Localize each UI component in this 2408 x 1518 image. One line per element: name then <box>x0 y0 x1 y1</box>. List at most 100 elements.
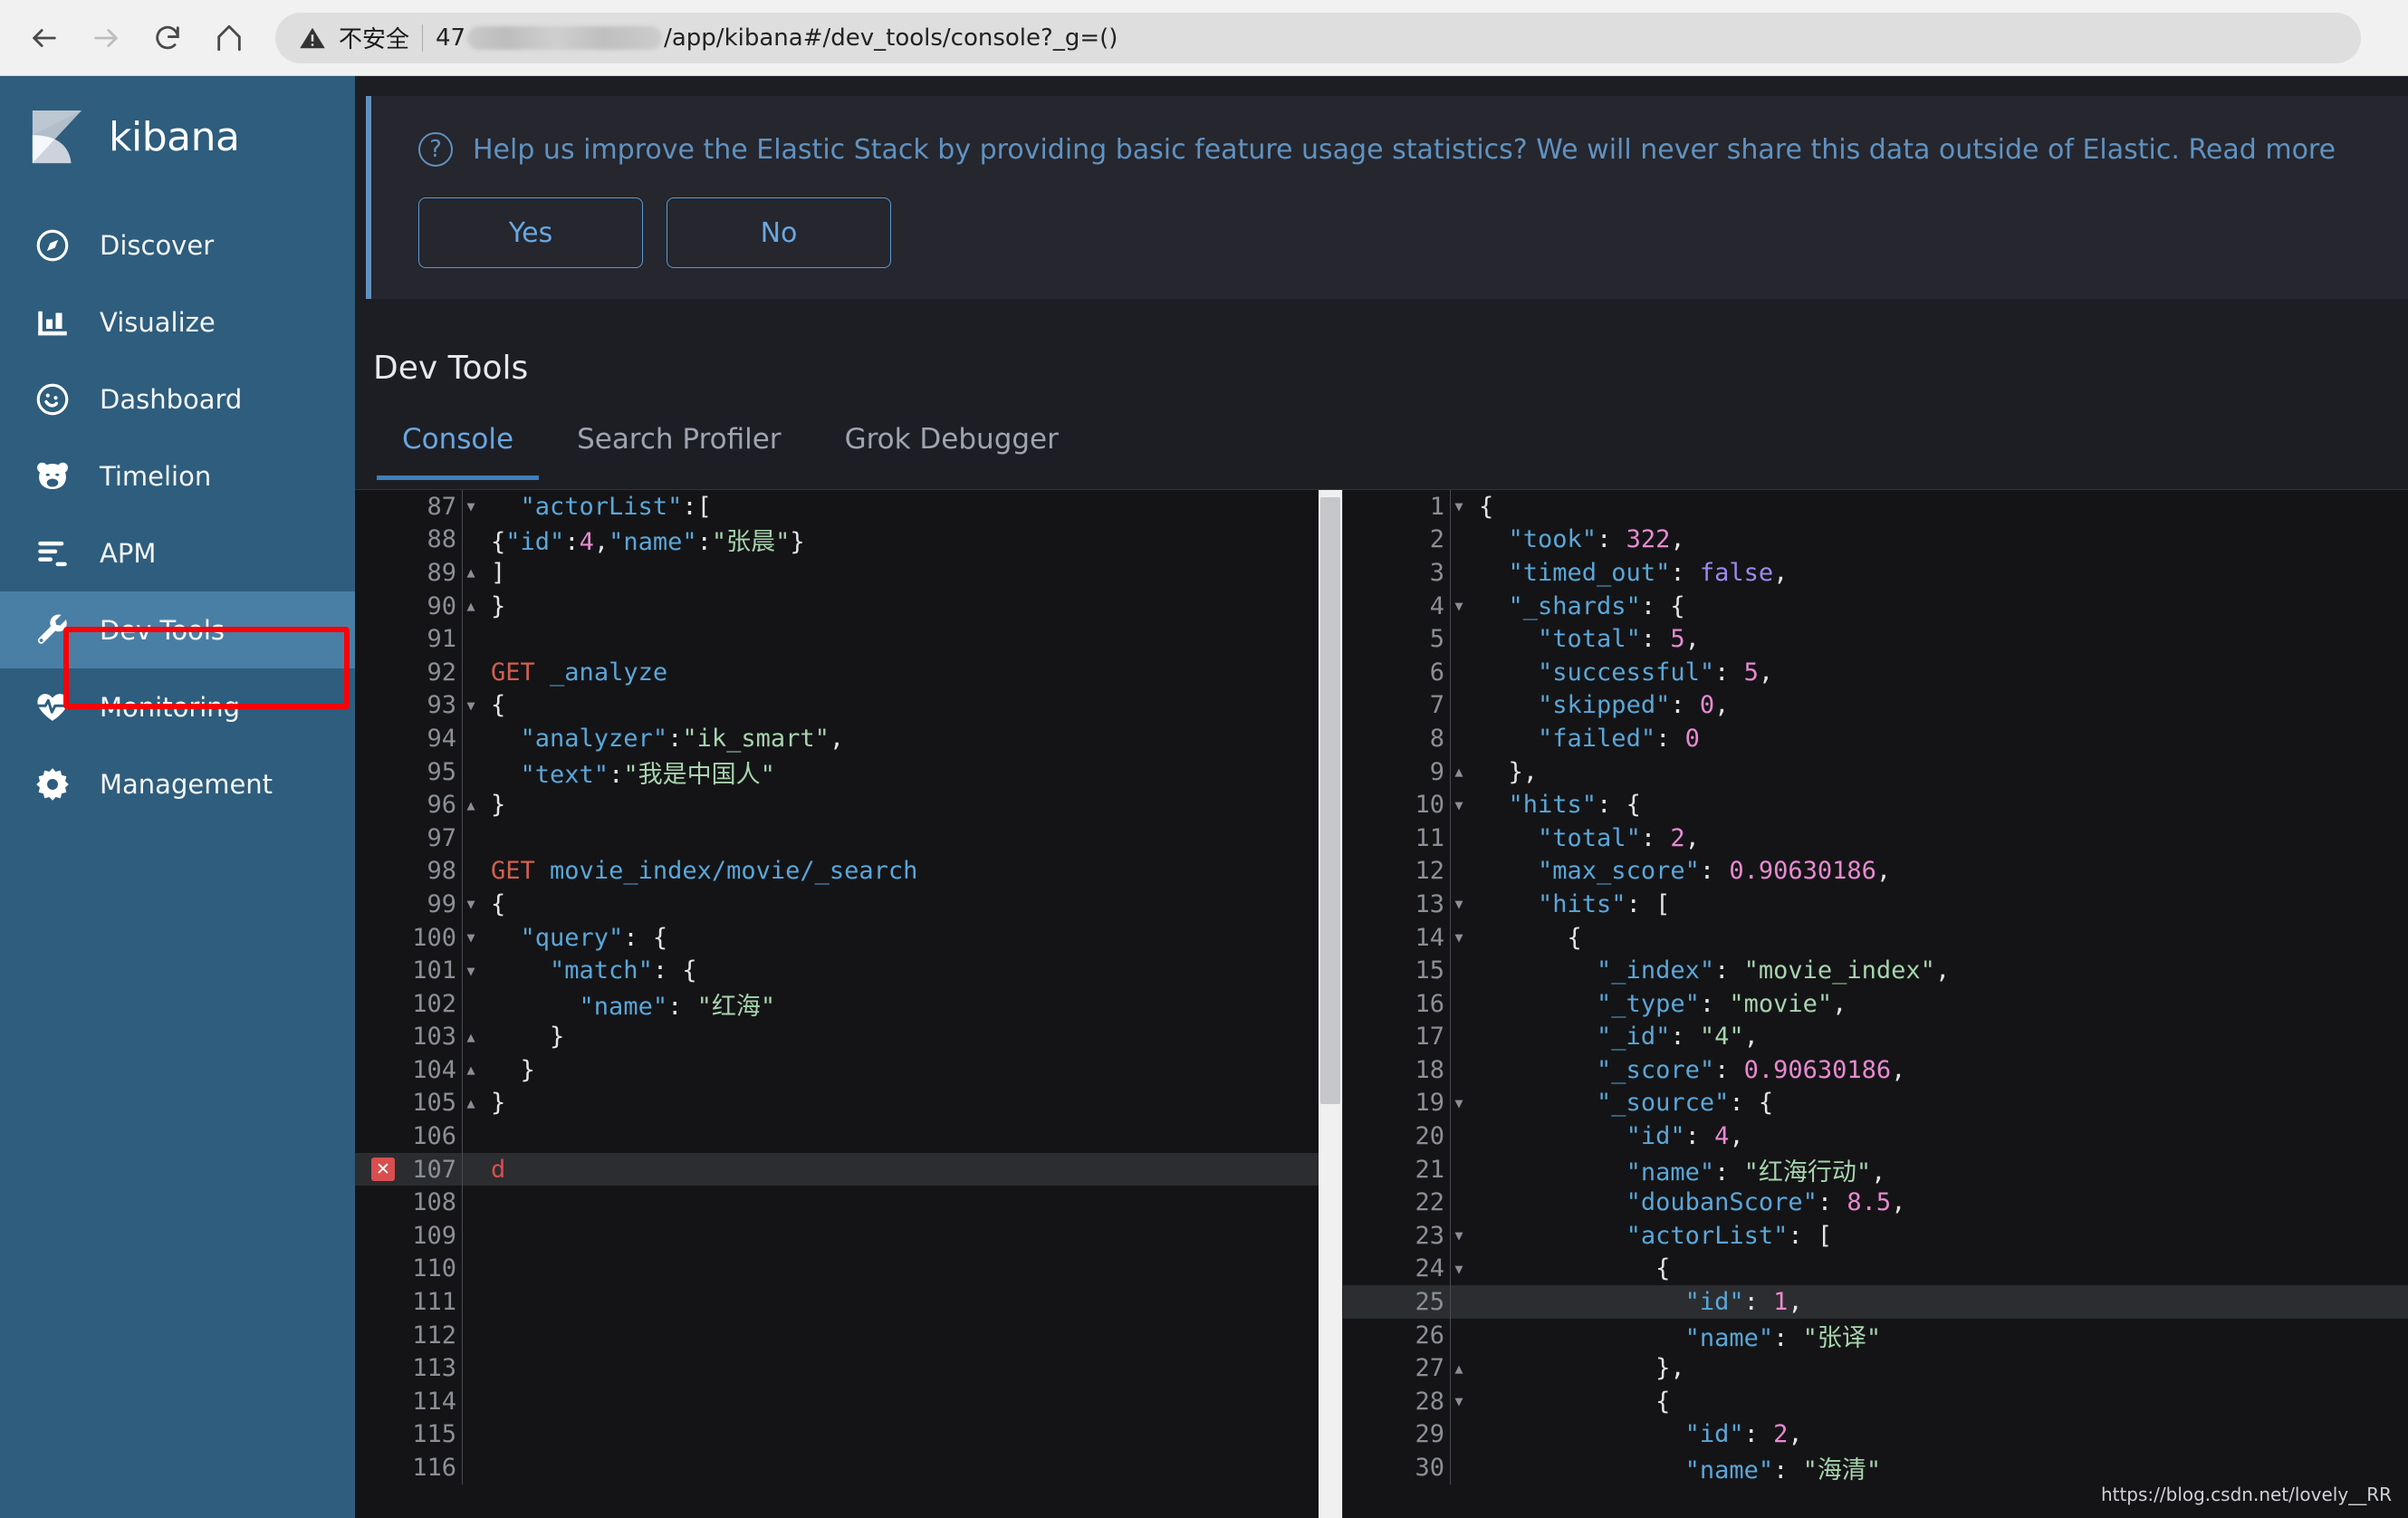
telemetry-yes-button[interactable]: Yes <box>418 197 643 268</box>
code-line[interactable]: 110 <box>355 1252 1342 1286</box>
code-line[interactable]: 12 "max_score": 0.90630186, <box>1343 854 2408 889</box>
code-line[interactable]: 11 "total": 2, <box>1343 821 2408 855</box>
code-line[interactable]: 5 "total": 5, <box>1343 622 2408 656</box>
fold-toggle-icon[interactable]: ▲ <box>464 797 478 813</box>
code-line[interactable]: 18 "_score": 0.90630186, <box>1343 1053 2408 1087</box>
telemetry-no-button[interactable]: No <box>667 197 891 268</box>
code-line[interactable]: 9 ▲ }, <box>1343 754 2408 789</box>
code-line[interactable]: 21 "name": "红海行动", <box>1343 1152 2408 1187</box>
code-line[interactable]: 103 ▲ } <box>355 1020 1342 1054</box>
fold-toggle-icon[interactable]: ▼ <box>1452 896 1466 912</box>
code-line[interactable]: 4 ▼ "_shards": { <box>1343 589 2408 623</box>
fold-toggle-icon[interactable]: ▲ <box>464 564 478 581</box>
code-line[interactable]: 20 "id": 4, <box>1343 1119 2408 1153</box>
fold-toggle-icon[interactable]: ▼ <box>1452 1261 1466 1277</box>
fold-toggle-icon[interactable]: ▼ <box>1452 1393 1466 1409</box>
fold-toggle-icon[interactable]: ▼ <box>464 697 478 714</box>
code-line[interactable]: 102 "name": "红海" <box>355 986 1342 1021</box>
code-line[interactable]: 115 <box>355 1417 1342 1452</box>
fold-toggle-icon[interactable]: ▼ <box>1452 797 1466 813</box>
request-editor-pane[interactable]: 87 ▼ "actorList":[88 {"id":4,"name":"张晨"} 8… <box>355 490 1342 1518</box>
fold-toggle-icon[interactable]: ▲ <box>464 598 478 614</box>
fold-toggle-icon[interactable]: ▲ <box>464 1062 478 1078</box>
code-line[interactable]: 24 ▼ { <box>1343 1252 2408 1286</box>
fold-toggle-icon[interactable]: ▼ <box>1452 498 1466 514</box>
code-line[interactable]: 100 ▼ "query": { <box>355 920 1342 955</box>
code-line[interactable]: 90 ▲} <box>355 589 1342 623</box>
address-bar[interactable]: 不安全 47/app/kibana#/dev_tools/console?_g=… <box>275 12 2361 63</box>
code-line[interactable]: 93 ▼ { <box>355 688 1342 723</box>
fold-toggle-icon[interactable]: ▲ <box>464 1095 478 1111</box>
sidebar-item-timelion[interactable]: Timelion <box>0 437 355 514</box>
code-line[interactable]: 1 ▼ { <box>1343 490 2408 524</box>
code-line[interactable]: 25 "id": 1, <box>1343 1285 2408 1319</box>
fold-toggle-icon[interactable]: ▼ <box>1452 1227 1466 1244</box>
code-line[interactable]: 27 ▲ }, <box>1343 1351 2408 1386</box>
forward-button[interactable] <box>82 14 130 62</box>
sidebar-item-monitoring[interactable]: Monitoring <box>0 668 355 745</box>
back-button[interactable] <box>20 14 69 62</box>
tab-grok-debugger[interactable]: Grok Debugger <box>820 423 1084 480</box>
code-line[interactable]: 95 "text":"我是中国人" <box>355 754 1342 789</box>
request-editor-code[interactable]: 87 ▼ "actorList":[88 {"id":4,"name":"张晨"} 8… <box>355 490 1342 1484</box>
code-line[interactable]: 6 "successful": 5, <box>1343 655 2408 689</box>
fold-toggle-icon[interactable]: ▼ <box>1452 1095 1466 1111</box>
code-line[interactable]: 19 ▼ "_source": { <box>1343 1086 2408 1120</box>
fold-toggle-icon[interactable]: ▼ <box>464 896 478 912</box>
code-line[interactable]: 113 <box>355 1351 1342 1386</box>
tab-console[interactable]: Console <box>377 423 540 480</box>
scrollbar-thumb[interactable] <box>1320 497 1340 1104</box>
fold-toggle-icon[interactable]: ▼ <box>464 498 478 514</box>
code-line[interactable]: 98 GET movie_index/movie/_search <box>355 854 1342 889</box>
code-line[interactable]: 116 <box>355 1451 1342 1484</box>
code-line[interactable]: 91 <box>355 622 1342 656</box>
sidebar-item-visualize[interactable]: Visualize <box>0 283 355 360</box>
code-line[interactable]: 14 ▼ { <box>1343 920 2408 955</box>
sidebar-item-discover[interactable]: Discover <box>0 207 355 283</box>
code-line[interactable]: 99 ▼ { <box>355 888 1342 921</box>
code-line[interactable]: 7 "skipped": 0, <box>1343 688 2408 723</box>
code-line[interactable]: 29 "id": 2, <box>1343 1417 2408 1452</box>
code-line[interactable]: 8 "failed": 0 <box>1343 722 2408 755</box>
tab-search-profiler[interactable]: Search Profiler <box>552 423 807 480</box>
sidebar-item-dev-tools[interactable]: Dev Tools <box>0 591 355 668</box>
sidebar-item-apm[interactable]: APM <box>0 514 355 591</box>
code-line[interactable]: 97 <box>355 821 1342 855</box>
code-line[interactable]: 88 {"id":4,"name":"张晨"} <box>355 523 1342 556</box>
code-line[interactable]: 87 ▼ "actorList":[ <box>355 490 1342 524</box>
code-line[interactable]: 94 "analyzer":"ik_smart", <box>355 722 1342 755</box>
fold-toggle-icon[interactable]: ▲ <box>1452 764 1466 780</box>
code-line[interactable]: 3 "timed_out": false, <box>1343 556 2408 590</box>
code-line[interactable]: 114 <box>355 1385 1342 1418</box>
fold-toggle-icon[interactable]: ▼ <box>1452 929 1466 946</box>
request-editor-scrollbar[interactable] <box>1319 490 1342 1518</box>
home-button[interactable] <box>205 14 254 62</box>
sidebar-item-management[interactable]: Management <box>0 745 355 822</box>
code-line[interactable]: 13 ▼ "hits": [ <box>1343 888 2408 921</box>
code-line[interactable]: 112 <box>355 1318 1342 1352</box>
code-line[interactable]: 105 ▲} <box>355 1086 1342 1120</box>
sidebar-item-dashboard[interactable]: Dashboard <box>0 360 355 437</box>
read-more-link[interactable]: Read more <box>2188 134 2336 166</box>
reload-button[interactable] <box>143 14 192 62</box>
code-line[interactable]: 106 <box>355 1119 1342 1153</box>
code-line[interactable]: 109 <box>355 1219 1342 1253</box>
code-line[interactable]: 22 "doubanScore": 8.5, <box>1343 1186 2408 1220</box>
code-line[interactable]: 28 ▼ { <box>1343 1385 2408 1418</box>
brand[interactable]: kibana <box>0 109 355 207</box>
code-line[interactable]: 26 "name": "张译" <box>1343 1318 2408 1352</box>
code-line[interactable]: 104 ▲ } <box>355 1053 1342 1087</box>
code-line[interactable]: 92 GET _analyze <box>355 655 1342 689</box>
code-line[interactable]: 10 ▼ "hits": { <box>1343 788 2408 821</box>
code-line[interactable]: 89 ▲] <box>355 556 1342 590</box>
fold-toggle-icon[interactable]: ▲ <box>1452 1360 1466 1377</box>
code-line[interactable]: 2 "took": 322, <box>1343 523 2408 557</box>
code-line[interactable]: 16 "_type": "movie", <box>1343 986 2408 1021</box>
code-line[interactable]: 23 ▼ "actorList": [ <box>1343 1219 2408 1253</box>
code-line[interactable]: 30 "name": "海清" <box>1343 1451 2408 1484</box>
code-line[interactable]: 96 ▲} <box>355 788 1342 821</box>
fold-toggle-icon[interactable]: ▼ <box>464 963 478 979</box>
code-line[interactable]: ✕ 107 d <box>355 1152 1342 1187</box>
fold-toggle-icon[interactable]: ▲ <box>464 1029 478 1045</box>
fold-toggle-icon[interactable]: ▼ <box>1452 598 1466 614</box>
